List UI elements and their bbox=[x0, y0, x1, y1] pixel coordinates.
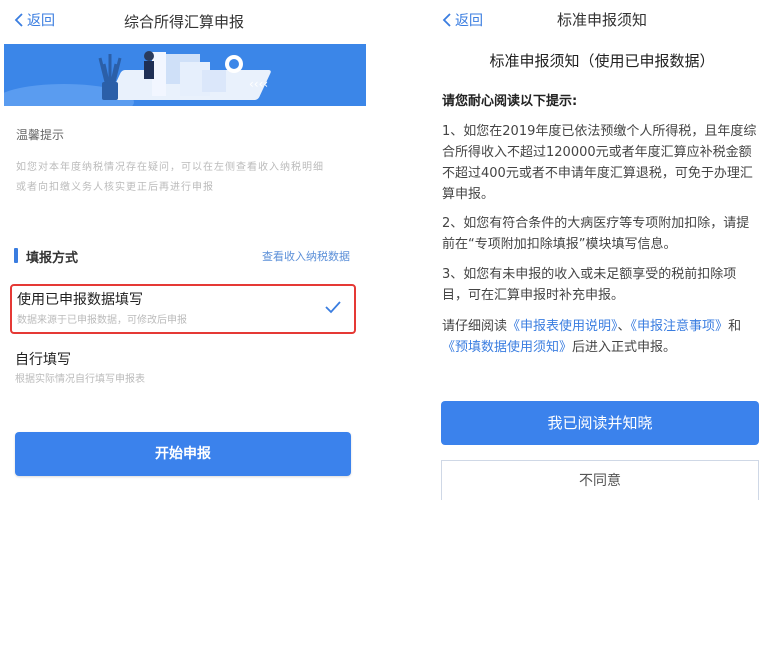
separator: 和 bbox=[728, 319, 742, 334]
notice-item-2: 2、如您有符合条件的大病医疗等专项附加扣除，请提前在“专项附加扣除填报”模块填写… bbox=[442, 216, 750, 252]
option-description: 数据来源于已申报数据，可修改后申报 bbox=[17, 315, 187, 326]
section-marker bbox=[14, 248, 18, 263]
disagree-button[interactable]: 不同意 bbox=[441, 460, 759, 500]
notice-page: 返回 标准申报须知 标准申报须知（使用已申报数据） 请您耐心阅读以下提示: 1、… bbox=[428, 0, 776, 510]
option-title: 自行填写 bbox=[15, 352, 71, 368]
svg-text:‹‹‹‹: ‹‹‹‹ bbox=[249, 77, 268, 91]
option-description: 根据实际情况自行填写申报表 bbox=[15, 374, 145, 385]
option-use-declared-data[interactable]: 使用已申报数据填写 数据来源于已申报数据，可修改后申报 bbox=[10, 284, 356, 334]
agree-button[interactable]: 我已阅读并知晓 bbox=[441, 401, 759, 445]
start-declaration-button[interactable]: 开始申报 bbox=[15, 432, 351, 476]
notice-item-3: 3、如您有未申报的收入或未足额享受的税前扣除项目，可在汇算申报时补充申报。 bbox=[442, 267, 737, 303]
notice-read-links: 请仔细阅读《申报表使用说明》、《申报注意事项》和《预填数据使用须知》后进入正式申… bbox=[442, 316, 762, 358]
banner-illustration: ‹‹‹‹ bbox=[4, 44, 366, 106]
banner-art: ‹‹‹‹ bbox=[4, 44, 366, 106]
notice-heading: 标准申报须知（使用已申报数据） bbox=[489, 52, 715, 70]
hint-text-line: 或者向扣缴义务人核实更正后再进行申报 bbox=[16, 182, 214, 193]
separator: 、 bbox=[617, 319, 631, 334]
declaration-notes-link[interactable]: 《申报注意事项》 bbox=[631, 319, 729, 334]
hint-text-line: 如您对本年度纳税情况存在疑问，可以在左侧查看收入纳税明细 bbox=[16, 162, 324, 173]
checkmark-icon bbox=[325, 301, 341, 314]
read-prefix: 请仔细阅读 bbox=[442, 319, 508, 334]
option-self-fill[interactable]: 自行填写 根据实际情况自行填写申报表 bbox=[10, 346, 356, 390]
notice-item-1: 1、如您在2019年度已依法预缴个人所得税，且年度综合所得收入不超过120000… bbox=[442, 124, 757, 202]
form-instructions-link[interactable]: 《申报表使用说明》 bbox=[507, 319, 618, 334]
notice-subheading: 请您耐心阅读以下提示: bbox=[442, 94, 578, 109]
declaration-page: 返回 综合所得汇算申报 ‹‹‹‹ 温馨提示 如您对本年度纳税情况存在疑问，可以在… bbox=[0, 0, 368, 500]
method-label: 填报方式 bbox=[26, 251, 79, 266]
nav-bar: 返回 标准申报须知 bbox=[428, 0, 776, 42]
read-suffix: 后进入正式申报。 bbox=[572, 340, 677, 355]
page-title: 标准申报须知 bbox=[556, 11, 647, 29]
option-title: 使用已申报数据填写 bbox=[17, 292, 143, 308]
nav-bar: 返回 综合所得汇算申报 bbox=[0, 0, 368, 42]
prefill-data-notice-link[interactable]: 《预填数据使用须知》 bbox=[442, 340, 572, 355]
page-title: 综合所得汇算申报 bbox=[123, 13, 244, 31]
hint-title: 温馨提示 bbox=[16, 128, 65, 142]
view-income-data-link[interactable]: 查看收入纳税数据 bbox=[262, 248, 350, 264]
